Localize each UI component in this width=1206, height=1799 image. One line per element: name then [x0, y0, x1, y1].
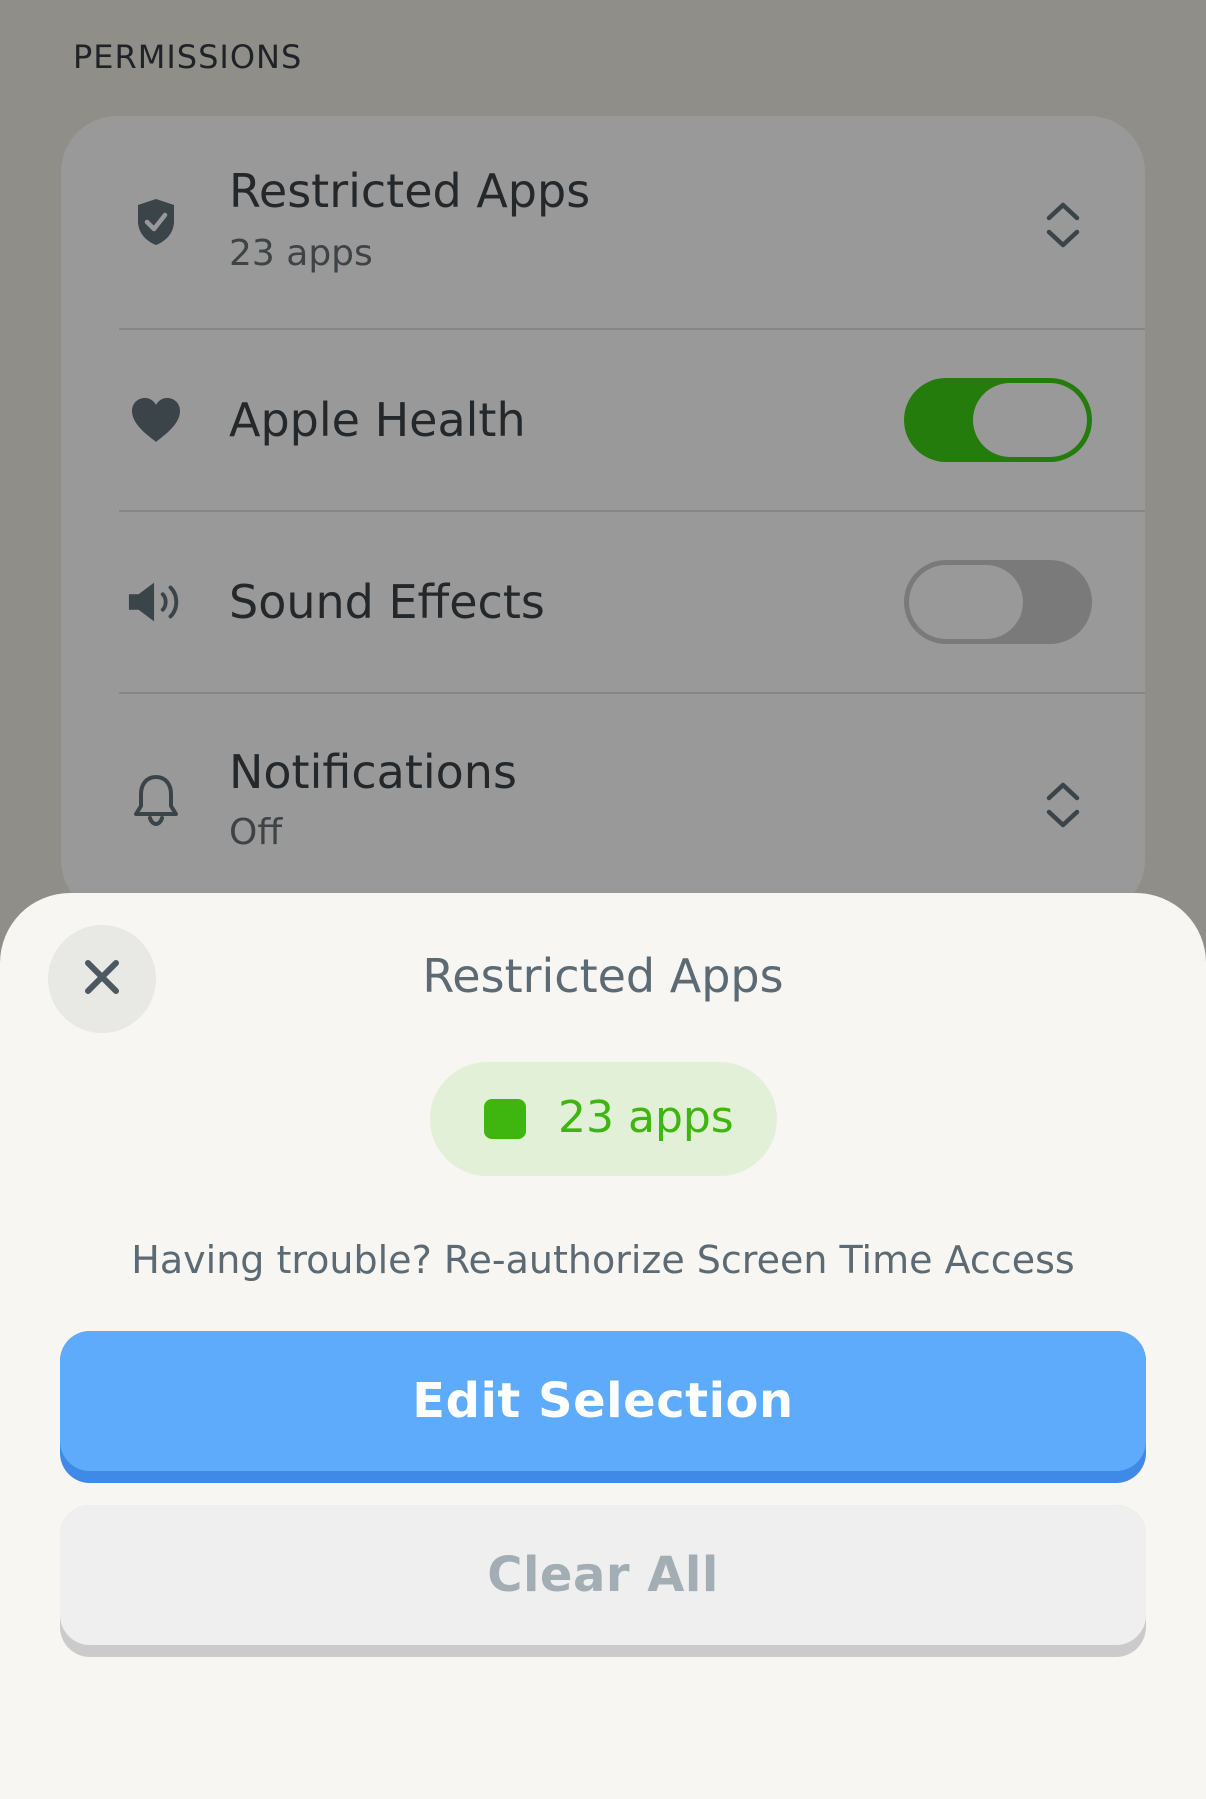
notifications-title: Notifications [229, 745, 517, 799]
sound-effects-row: Sound Effects [61, 512, 1145, 692]
notifications-status: Off [229, 812, 283, 853]
app-count-badge: 23 apps [430, 1062, 777, 1176]
bell-icon [127, 770, 185, 828]
restricted-apps-count: 23 apps [229, 233, 373, 274]
sound-effects-toggle[interactable] [904, 560, 1092, 644]
clear-all-label: Clear All [60, 1505, 1146, 1645]
sheet-title: Restricted Apps [422, 949, 784, 1003]
restricted-apps-title: Restricted Apps [229, 164, 591, 218]
apple-health-toggle[interactable] [904, 378, 1092, 462]
chevron-up-down-icon[interactable] [1043, 200, 1083, 250]
restricted-apps-row[interactable]: Restricted Apps 23 apps [61, 116, 1145, 328]
permissions-card: Restricted Apps 23 apps Apple Health Sou… [61, 116, 1145, 916]
app-swatch-icon [484, 1099, 526, 1139]
app-count-label: 23 apps [558, 1092, 734, 1143]
section-title: PERMISSIONS [73, 38, 303, 76]
clear-all-button[interactable]: Clear All [60, 1505, 1146, 1657]
notifications-row[interactable]: Notifications Off [61, 694, 1145, 916]
toggle-knob [973, 383, 1087, 457]
edit-selection-label: Edit Selection [60, 1331, 1146, 1471]
edit-selection-button[interactable]: Edit Selection [60, 1331, 1146, 1483]
reauthorize-link[interactable]: Having trouble? Re-authorize Screen Time… [0, 1238, 1206, 1282]
speaker-icon [127, 573, 185, 631]
heart-icon [127, 391, 185, 449]
sound-effects-title: Sound Effects [229, 575, 545, 629]
restricted-apps-sheet: Restricted Apps 23 apps Having trouble? … [0, 893, 1206, 1799]
toggle-knob [909, 565, 1023, 639]
chevron-up-down-icon[interactable] [1043, 780, 1083, 830]
shield-check-icon [127, 193, 185, 251]
apple-health-title: Apple Health [229, 393, 526, 447]
apple-health-row: Apple Health [61, 330, 1145, 510]
